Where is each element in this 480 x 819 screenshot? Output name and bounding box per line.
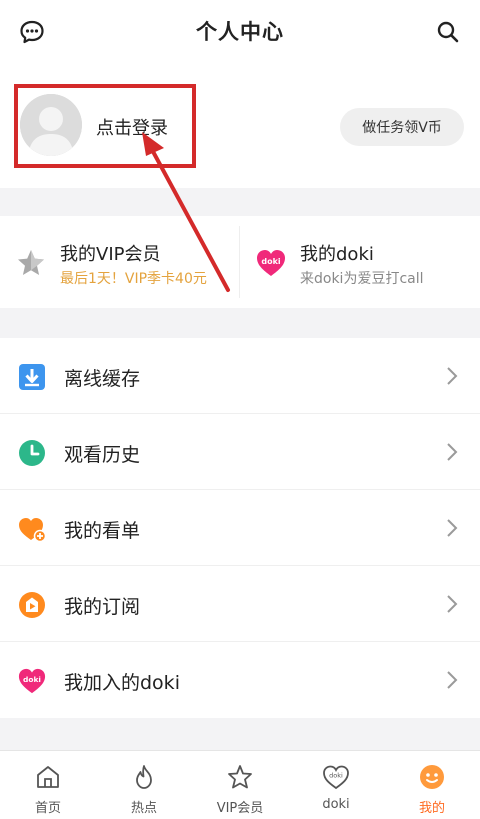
page: 个人中心 点击登录 做任务领V币 我的VIP会员 最后1天！VIP季卡40元 d… — [0, 0, 480, 819]
header: 个人中心 — [0, 0, 480, 64]
nav-vip[interactable]: VIP会员 — [192, 751, 288, 819]
menu-item-label: 我的订阅 — [64, 596, 141, 618]
menu-item-subscriptions[interactable]: 我的订阅 — [0, 566, 480, 642]
menu-item-joined-doki[interactable]: doki 我加入的doki — [0, 642, 480, 718]
heart-add-icon — [19, 518, 46, 543]
doki-icon-text: doki — [261, 257, 281, 266]
highlight-box — [14, 84, 196, 168]
menu-item-label: 我加入的doki — [64, 672, 180, 694]
star-icon — [18, 250, 44, 275]
chevron-right-icon — [447, 595, 458, 613]
nav-label: 首页 — [34, 801, 61, 816]
member-cards: 我的VIP会员 最后1天！VIP季卡40元 doki 我的doki 来doki为… — [0, 216, 480, 308]
search-icon[interactable] — [434, 18, 462, 46]
vip-card-title: 我的VIP会员 — [60, 244, 161, 265]
smile-icon — [420, 765, 444, 789]
home-icon — [37, 766, 59, 788]
flame-icon — [136, 765, 152, 789]
menu-item-offline-cache[interactable]: 离线缓存 — [0, 338, 480, 414]
nav-home[interactable]: 首页 — [0, 751, 96, 819]
vip-card[interactable]: 我的VIP会员 最后1天！VIP季卡40元 — [0, 216, 240, 308]
subscribe-icon — [19, 592, 45, 618]
doki-icon: doki — [257, 250, 285, 276]
task-vcoin-button[interactable]: 做任务领V币 — [340, 108, 464, 146]
chevron-right-icon — [447, 671, 458, 689]
doki-icon: doki — [18, 668, 46, 694]
menu-item-label: 观看历史 — [64, 444, 141, 466]
doki-heart-icon: doki — [323, 765, 349, 790]
nav-hot[interactable]: 热点 — [96, 751, 192, 819]
clock-icon — [19, 440, 45, 466]
nav-mine[interactable]: 我的 — [384, 751, 480, 819]
menu-item-label: 离线缓存 — [64, 368, 141, 390]
profile-section: 点击登录 做任务领V币 — [0, 64, 480, 188]
vip-card-subtitle: 最后1天！VIP季卡40元 — [60, 271, 207, 287]
nav-label: doki — [322, 797, 350, 812]
doki-icon-text: doki — [23, 675, 41, 684]
bottom-nav: 首页 热点 VIP会员 doki doki 我的 — [0, 750, 480, 819]
download-icon — [19, 364, 45, 390]
menu-item-watch-history[interactable]: 观看历史 — [0, 414, 480, 490]
chevron-right-icon — [447, 443, 458, 461]
doki-icon-text: doki — [329, 772, 343, 780]
doki-card-subtitle: 来doki为爱豆打call — [300, 271, 424, 287]
nav-label: 我的 — [418, 801, 445, 816]
doki-card[interactable]: doki 我的doki 来doki为爱豆打call — [240, 216, 480, 308]
nav-label: 热点 — [130, 801, 157, 816]
vip-star-icon — [228, 765, 252, 789]
menu-list: 离线缓存 观看历史 我的看单 我的订阅 doki 我加入的doki — [0, 338, 480, 718]
doki-card-title: 我的doki — [300, 244, 374, 265]
nav-doki[interactable]: doki doki — [288, 751, 384, 819]
menu-item-label: 我的看单 — [64, 520, 141, 542]
chevron-right-icon — [447, 519, 458, 537]
nav-label: VIP会员 — [216, 801, 264, 816]
page-title: 个人中心 — [196, 20, 284, 44]
chevron-right-icon — [447, 367, 458, 385]
menu-item-watchlist[interactable]: 我的看单 — [0, 490, 480, 566]
